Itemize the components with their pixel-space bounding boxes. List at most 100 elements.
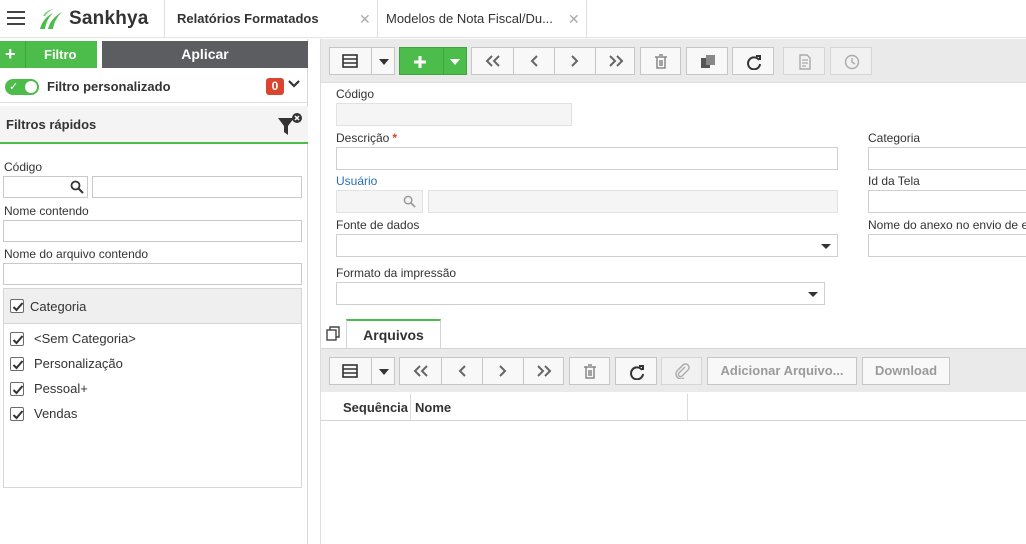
category-label: Personalização <box>34 356 123 371</box>
formato-impressao-label: Formato da impressão <box>336 266 457 280</box>
add-file-button[interactable]: Adicionar Arquivo... <box>707 357 857 385</box>
add-button[interactable] <box>399 47 467 75</box>
caret-down-icon <box>821 244 831 249</box>
attach-button[interactable] <box>661 357 702 385</box>
apply-button[interactable]: Aplicar <box>102 41 308 68</box>
anexo-label: Nome do anexo no envio de e <box>868 218 1026 232</box>
previous-record-button[interactable] <box>514 48 554 74</box>
custom-filter-toggle[interactable]: ✓ <box>5 79 39 95</box>
column-header-sequencia[interactable]: Sequência <box>343 400 408 415</box>
brand-name: Sankhya <box>69 8 149 29</box>
next-record-button[interactable] <box>483 358 523 384</box>
fonte-dados-label: Fonte de dados <box>336 218 420 232</box>
fonte-dados-select[interactable] <box>336 234 838 257</box>
required-mark: * <box>392 131 398 145</box>
category-checkbox[interactable] <box>10 382 24 396</box>
categoria-field[interactable] <box>868 147 1026 170</box>
tab-arquivos[interactable]: Arquivos <box>346 319 441 349</box>
check-icon <box>12 385 24 395</box>
categoria-checkbox[interactable] <box>10 299 24 313</box>
id-tela-field[interactable] <box>868 190 1026 213</box>
last-record-button[interactable] <box>596 48 636 74</box>
usuario-name-field[interactable] <box>428 190 838 213</box>
chevron-left-icon <box>458 365 466 377</box>
codigo-label: Código <box>336 87 375 101</box>
filter-count-badge: 0 <box>266 78 284 95</box>
nome-arquivo-label: Nome do arquivo contendo <box>4 247 149 261</box>
delete-button[interactable] <box>640 47 681 75</box>
categoria-header: Categoria <box>3 288 302 323</box>
category-checkbox[interactable] <box>10 357 24 371</box>
categoria-field-label: Categoria <box>868 131 921 145</box>
trash-icon <box>584 364 596 379</box>
refresh-button[interactable] <box>615 357 657 385</box>
menu-icon[interactable] <box>7 11 25 25</box>
logo: Sankhya <box>37 6 149 32</box>
filter-panel: + Filtro Aplicar ✓ Filtro personalizado … <box>0 39 308 544</box>
view-mode-button[interactable] <box>329 47 395 75</box>
first-record-button[interactable] <box>472 48 513 74</box>
codigo-field[interactable] <box>336 103 572 126</box>
chevron-down-icon[interactable] <box>287 77 301 91</box>
check-icon <box>12 335 24 345</box>
codigo-filter-input[interactable] <box>3 176 88 198</box>
quick-filters-title: Filtros rápidos <box>6 117 97 132</box>
anexo-field[interactable] <box>868 234 1026 257</box>
grid-header: Sequência Nome <box>321 394 1026 421</box>
report-button[interactable] <box>783 47 825 75</box>
close-icon[interactable]: ✕ <box>359 11 371 28</box>
nome-contendo-input[interactable] <box>3 220 302 242</box>
column-divider <box>410 394 411 420</box>
tab-relatorios-formatados[interactable]: Relatórios Formatados ✕ <box>164 0 378 38</box>
double-chevron-right-icon <box>537 365 552 377</box>
divider <box>25 41 26 68</box>
filter-button[interactable]: + Filtro <box>0 41 97 68</box>
previous-record-button[interactable] <box>442 358 482 384</box>
tab-label: Modelos de Nota Fiscal/Du... <box>386 11 553 26</box>
last-record-button[interactable] <box>524 358 564 384</box>
top-bar: Sankhya Relatórios Formatados ✕ Modelos … <box>0 0 1026 38</box>
refresh-button[interactable] <box>732 47 774 75</box>
main-toolbar <box>321 39 1026 83</box>
descricao-field[interactable] <box>336 147 838 170</box>
clear-filter-icon[interactable] <box>276 113 304 137</box>
custom-filter-row: ✓ Filtro personalizado 0 <box>0 71 308 103</box>
toggle-knob <box>25 81 37 93</box>
double-chevron-left-icon <box>413 365 428 377</box>
next-record-button[interactable] <box>555 48 595 74</box>
nome-arquivo-input[interactable] <box>3 263 302 285</box>
tab-modelos-nota-fiscal[interactable]: Modelos de Nota Fiscal/Du... ✕ <box>378 0 587 38</box>
duplicate-button[interactable] <box>686 47 728 75</box>
view-mode-button[interactable] <box>329 357 395 385</box>
first-record-button[interactable] <box>400 358 441 384</box>
delete-button[interactable] <box>569 357 610 385</box>
search-icon[interactable] <box>70 180 84 194</box>
usuario-label[interactable]: Usuário <box>336 174 377 188</box>
check-icon <box>12 410 24 420</box>
refresh-icon <box>630 365 644 380</box>
categoria-list: <Sem Categoria> Personalização Pessoal+ … <box>3 323 302 488</box>
double-chevron-right-icon <box>609 55 624 67</box>
history-button[interactable] <box>830 47 872 75</box>
refresh-icon <box>747 55 761 70</box>
arquivos-toolbar: Adicionar Arquivo... Download <box>321 348 1026 392</box>
column-header-nome[interactable]: Nome <box>415 400 451 415</box>
copy-icon[interactable] <box>326 326 341 341</box>
chevron-right-icon <box>499 365 507 377</box>
codigo-filter-label: Código <box>4 160 43 174</box>
close-icon[interactable]: ✕ <box>568 11 580 28</box>
record-navigation <box>399 357 564 385</box>
usuario-code-field[interactable] <box>336 190 423 213</box>
check-icon <box>12 360 24 370</box>
id-tela-label: Id da Tela <box>868 174 920 188</box>
codigo-description-input[interactable] <box>92 176 302 198</box>
clock-icon <box>844 54 860 70</box>
search-icon[interactable] <box>403 195 416 208</box>
formato-impressao-select[interactable] <box>336 282 825 305</box>
descricao-label-text: Descrição <box>336 131 390 145</box>
document-icon <box>799 54 811 70</box>
download-button[interactable]: Download <box>862 357 950 385</box>
category-checkbox[interactable] <box>10 407 24 421</box>
nome-contendo-label: Nome contendo <box>4 204 89 218</box>
category-checkbox[interactable] <box>10 332 24 346</box>
